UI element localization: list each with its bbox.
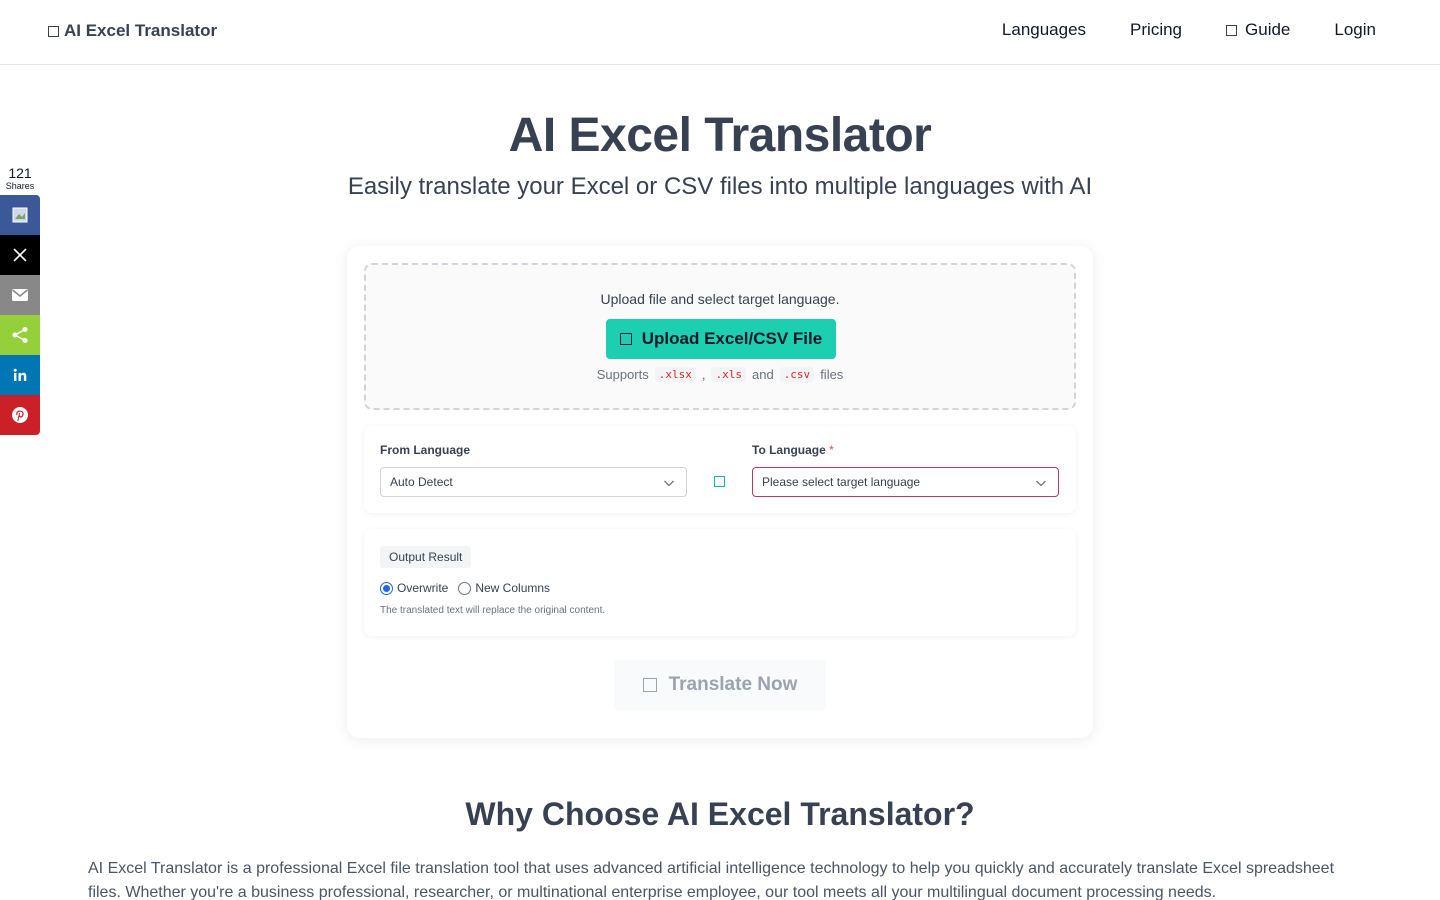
- top-header: AI Excel Translator Languages Pricing Gu…: [0, 0, 1440, 65]
- linkedin-icon: [13, 368, 27, 381]
- facebook-share-button[interactable]: [0, 195, 40, 235]
- radio-overwrite[interactable]: Overwrite: [380, 581, 448, 595]
- upload-file-button[interactable]: Upload Excel/CSV File: [606, 319, 836, 359]
- ext-csv: .csv: [779, 367, 815, 382]
- output-panel: Output Result Overwrite New Columns The …: [364, 529, 1076, 636]
- x-icon: [13, 248, 27, 262]
- output-help-text: The translated text will replace the ori…: [380, 605, 606, 616]
- from-language-label: From Language: [380, 443, 470, 457]
- to-language-label: To Language *: [752, 443, 834, 457]
- sep-comma: ,: [701, 367, 706, 382]
- radio-new-columns-indicator[interactable]: [458, 581, 472, 595]
- to-language-placeholder: Please select target language: [762, 475, 921, 489]
- output-result-tag: Output Result: [380, 546, 472, 568]
- radio-new-columns[interactable]: New Columns: [458, 581, 550, 595]
- translator-card: Upload file and select target language. …: [347, 246, 1093, 738]
- nav-guide-label: Guide: [1245, 20, 1291, 39]
- main-nav: Languages Pricing Guide Login: [1002, 20, 1376, 40]
- why-section-text: AI Excel Translator is a professional Ex…: [88, 860, 1335, 900]
- upload-instruction: Upload file and select target language.: [600, 291, 840, 307]
- output-mode-group: Overwrite New Columns: [380, 581, 550, 595]
- pinterest-share-button[interactable]: [0, 395, 40, 435]
- required-marker: *: [829, 443, 834, 457]
- radio-overwrite-label: Overwrite: [397, 581, 449, 595]
- why-section-title: Why Choose AI Excel Translator?: [465, 796, 975, 832]
- upload-icon: [619, 333, 632, 345]
- translate-icon: [642, 678, 657, 692]
- translate-now-button[interactable]: Translate Now: [614, 660, 826, 710]
- facebook-icon: [12, 207, 28, 223]
- swap-languages-icon[interactable]: [714, 476, 725, 487]
- sep-and: and: [751, 367, 774, 382]
- to-language-select[interactable]: Please select target language: [752, 467, 1059, 497]
- pinterest-icon: [12, 407, 28, 423]
- supported-formats: Supports .xlsx , .xls and .csv files: [366, 367, 1074, 382]
- logo-icon: [48, 25, 59, 37]
- nav-guide[interactable]: Guide: [1226, 20, 1290, 40]
- radio-overwrite-indicator[interactable]: [380, 581, 393, 595]
- x-share-button[interactable]: [0, 235, 40, 275]
- share-icon: [12, 327, 28, 343]
- ext-xlsx: .xlsx: [654, 367, 696, 382]
- brand-logo-link[interactable]: AI Excel Translator: [48, 21, 217, 41]
- supports-prefix: Supports: [596, 367, 649, 382]
- from-language-select[interactable]: Auto Detect: [380, 467, 687, 497]
- language-panel: From Language Auto Detect To Language * …: [364, 426, 1076, 513]
- generic-share-button[interactable]: [0, 315, 40, 355]
- radio-new-columns-label: New Columns: [475, 581, 551, 595]
- envelope-icon: [12, 289, 28, 301]
- nav-pricing[interactable]: Pricing: [1130, 20, 1182, 40]
- chevron-down-icon: [1036, 480, 1046, 487]
- ext-xls: .xls: [711, 367, 746, 382]
- page-subtitle: Easily translate your Excel or CSV files…: [347, 173, 1093, 200]
- chevron-down-icon: [664, 480, 674, 487]
- page-title: AI Excel Translator: [508, 109, 932, 162]
- brand-name: AI Excel Translator: [64, 21, 218, 40]
- linkedin-share-button[interactable]: [0, 355, 40, 395]
- supports-suffix: files: [820, 367, 844, 382]
- nav-languages[interactable]: Languages: [1002, 20, 1086, 40]
- to-language-label-text: To Language: [752, 443, 826, 457]
- file-dropzone[interactable]: Upload file and select target language. …: [364, 263, 1076, 410]
- translate-button-label: Translate Now: [668, 674, 798, 695]
- email-share-button[interactable]: [0, 275, 40, 315]
- upload-button-label: Upload Excel/CSV File: [641, 329, 823, 348]
- guide-icon: [1226, 24, 1238, 36]
- from-language-value: Auto Detect: [390, 475, 453, 489]
- nav-login[interactable]: Login: [1334, 20, 1376, 40]
- from-language-label-text: From Language: [380, 443, 471, 457]
